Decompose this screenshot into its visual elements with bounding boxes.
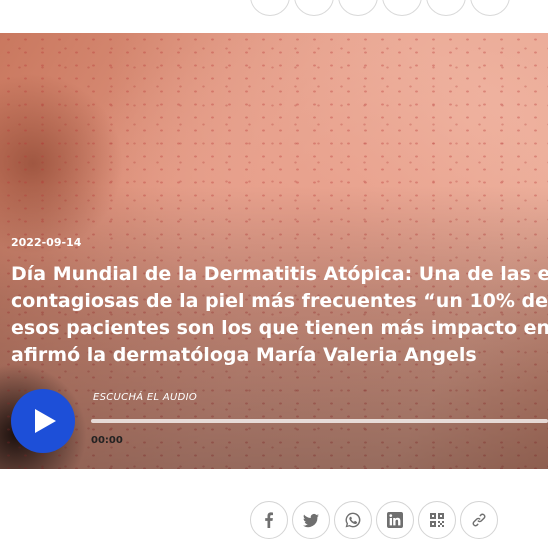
audio-label: ESCUCHÁ EL AUDIO [93,392,198,403]
qr-code-icon [430,513,444,527]
share-button-top[interactable] [470,0,510,16]
article-headline[interactable]: Día Mundial de la Dermatitis Atópica: Un… [11,261,548,369]
share-button-top[interactable] [338,0,378,16]
headline-line: esos pacientes son los que tienen más im… [11,317,548,339]
article-date: 2022-09-14 [11,236,82,249]
hero-image: 2022-09-14 Día Mundial de la Dermatitis … [0,33,548,469]
share-qr-button[interactable] [418,501,456,539]
share-bar [250,501,498,539]
twitter-icon [303,513,319,528]
share-twitter-button[interactable] [292,501,330,539]
audio-progress-bar[interactable] [91,419,548,423]
link-icon [472,513,486,527]
linkedin-icon [387,512,403,528]
share-facebook-button[interactable] [250,501,288,539]
play-button[interactable] [11,389,75,453]
copy-link-button[interactable] [460,501,498,539]
whatsapp-icon [345,512,361,528]
audio-player: ESCUCHÁ EL AUDIO 00:00 [11,389,548,455]
share-button-top[interactable] [294,0,334,16]
share-button-top[interactable] [426,0,466,16]
headline-line: afirmó la dermatóloga María Valeria Ange… [11,344,477,366]
headline-line: contagiosas de la piel más frecuentes “u… [11,290,548,312]
headline-line: Día Mundial de la Dermatitis Atópica: Un… [11,263,548,285]
share-button-top[interactable] [382,0,422,16]
audio-time: 00:00 [91,435,123,446]
hero-text: 2022-09-14 Día Mundial de la Dermatitis … [11,236,548,369]
share-linkedin-button[interactable] [376,501,414,539]
play-icon [35,409,56,433]
share-button-top[interactable] [250,0,290,16]
facebook-icon [265,512,273,528]
share-bar-top [250,0,510,16]
share-whatsapp-button[interactable] [334,501,372,539]
